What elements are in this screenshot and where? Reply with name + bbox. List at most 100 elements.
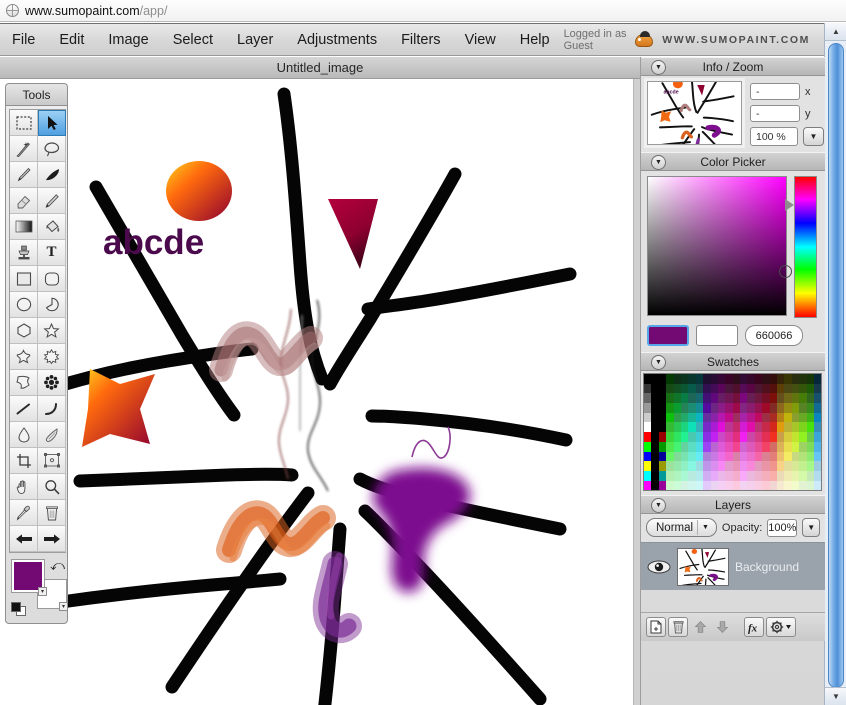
swatch-cell[interactable] bbox=[703, 403, 711, 413]
swatch-cell[interactable] bbox=[762, 383, 770, 394]
collapse-triangle-icon[interactable]: ▼ bbox=[651, 60, 666, 75]
swatch-cell[interactable] bbox=[703, 451, 711, 462]
swatch-cell[interactable] bbox=[762, 374, 770, 384]
sv-cursor-icon[interactable] bbox=[779, 265, 792, 278]
swatch-cell[interactable] bbox=[754, 422, 763, 433]
swatch-cell[interactable] bbox=[703, 412, 711, 423]
swatch-cell[interactable] bbox=[651, 422, 659, 433]
swatch-cell[interactable] bbox=[762, 461, 770, 471]
paint-bucket-tool[interactable] bbox=[38, 214, 66, 240]
swatch-cell[interactable] bbox=[666, 412, 674, 423]
blur-tool[interactable] bbox=[10, 422, 38, 448]
line-tool[interactable] bbox=[10, 396, 38, 422]
swatch-cell[interactable] bbox=[799, 470, 807, 481]
swatch-cell[interactable] bbox=[725, 480, 733, 491]
swatch-cell[interactable] bbox=[717, 383, 726, 394]
hex-color-input[interactable]: 660066 bbox=[745, 325, 803, 346]
swatch-cell[interactable] bbox=[666, 441, 674, 452]
swatch-cell[interactable] bbox=[703, 383, 711, 394]
swatch-cell[interactable] bbox=[806, 461, 814, 471]
swatch-cell[interactable] bbox=[666, 451, 674, 462]
swatch-cell[interactable] bbox=[799, 480, 807, 491]
swatch-cell[interactable] bbox=[673, 451, 681, 462]
swatch-cell[interactable] bbox=[717, 432, 726, 442]
collapse-triangle-icon[interactable]: ▼ bbox=[651, 355, 666, 370]
swatch-cell[interactable] bbox=[806, 432, 814, 442]
swatch-cell[interactable] bbox=[644, 412, 652, 423]
swatches-grid[interactable] bbox=[643, 373, 822, 492]
swatch-cell[interactable] bbox=[688, 461, 696, 471]
swatch-cell[interactable] bbox=[732, 470, 741, 481]
swatch-cell[interactable] bbox=[747, 461, 755, 471]
swatch-cell[interactable] bbox=[644, 451, 652, 462]
swatch-cell[interactable] bbox=[732, 422, 741, 433]
swatch-cell[interactable] bbox=[695, 470, 704, 481]
swatch-cell[interactable] bbox=[762, 470, 770, 481]
swatch-cell[interactable] bbox=[769, 470, 778, 481]
layer-effects-button[interactable]: fx bbox=[744, 617, 764, 638]
swatch-cell[interactable] bbox=[725, 461, 733, 471]
scrollbar-thumb[interactable] bbox=[828, 43, 844, 688]
swatch-cell[interactable] bbox=[784, 480, 792, 491]
swatch-cell[interactable] bbox=[651, 412, 659, 423]
swatch-cell[interactable] bbox=[695, 403, 704, 413]
smudge-tool[interactable] bbox=[38, 422, 66, 448]
swatch-cell[interactable] bbox=[762, 441, 770, 452]
swatches-header[interactable]: ▼ Swatches bbox=[641, 352, 825, 371]
swatch-cell[interactable] bbox=[710, 432, 718, 442]
menu-item-file[interactable]: File bbox=[3, 29, 44, 51]
menu-item-filters[interactable]: Filters bbox=[392, 29, 449, 51]
rectangle-tool[interactable] bbox=[10, 266, 38, 292]
hue-slider[interactable] bbox=[794, 176, 817, 318]
marquee-select-tool[interactable] bbox=[10, 110, 38, 136]
swatch-cell[interactable] bbox=[680, 393, 689, 404]
opacity-dropdown-icon[interactable]: ▼ bbox=[802, 518, 820, 538]
collapse-triangle-icon[interactable]: ▼ bbox=[651, 498, 666, 514]
swatch-cell[interactable] bbox=[762, 422, 770, 433]
swatch-cell[interactable] bbox=[777, 470, 785, 481]
swatch-cell[interactable] bbox=[754, 470, 763, 481]
polygon-tool[interactable] bbox=[10, 318, 38, 344]
swatch-cell[interactable] bbox=[710, 470, 718, 481]
swatch-cell[interactable] bbox=[658, 461, 667, 471]
swatch-cell[interactable] bbox=[703, 480, 711, 491]
swatch-cell[interactable] bbox=[740, 480, 748, 491]
swatch-cell[interactable] bbox=[806, 393, 814, 404]
swatch-cell[interactable] bbox=[717, 461, 726, 471]
swatch-cell[interactable] bbox=[717, 451, 726, 462]
swatch-cell[interactable] bbox=[725, 374, 733, 384]
zoom-level-input[interactable]: 100 % bbox=[750, 127, 798, 146]
swatch-cell[interactable] bbox=[754, 441, 763, 452]
swatch-cell[interactable] bbox=[673, 461, 681, 471]
swatch-cell[interactable] bbox=[710, 480, 718, 491]
swatch-cell[interactable] bbox=[666, 422, 674, 433]
swatch-cell[interactable] bbox=[703, 432, 711, 442]
swatch-cell[interactable] bbox=[747, 451, 755, 462]
menu-item-select[interactable]: Select bbox=[164, 29, 222, 51]
swatch-cell[interactable] bbox=[806, 422, 814, 433]
swatch-cell[interactable] bbox=[651, 461, 659, 471]
swatch-cell[interactable] bbox=[688, 393, 696, 404]
swatch-cell[interactable] bbox=[644, 374, 652, 384]
swatch-cell[interactable] bbox=[754, 412, 763, 423]
swatch-cell[interactable] bbox=[769, 432, 778, 442]
blend-mode-select[interactable]: Normal ▼ bbox=[646, 518, 717, 538]
color-picker-header[interactable]: ▼ Color Picker bbox=[641, 152, 825, 171]
swatch-cell[interactable] bbox=[791, 374, 800, 384]
browser-url-bar[interactable]: www.sumopaint.com/app/ bbox=[0, 0, 846, 22]
swatch-cell[interactable] bbox=[799, 441, 807, 452]
swatch-cell[interactable] bbox=[806, 470, 814, 481]
saturation-value-area[interactable] bbox=[647, 176, 794, 316]
swatch-cell[interactable] bbox=[806, 480, 814, 491]
swatch-cell[interactable] bbox=[754, 403, 763, 413]
swatch-cell[interactable] bbox=[658, 422, 667, 433]
swatch-cell[interactable] bbox=[673, 403, 681, 413]
swatch-cell[interactable] bbox=[710, 451, 718, 462]
x-coordinate-input[interactable]: - bbox=[750, 83, 800, 100]
swatch-cell[interactable] bbox=[666, 383, 674, 394]
swatch-cell[interactable] bbox=[666, 393, 674, 404]
ellipse-tool[interactable] bbox=[10, 292, 38, 318]
swatch-cell[interactable] bbox=[799, 374, 807, 384]
swatch-cell[interactable] bbox=[732, 451, 741, 462]
swatch-cell[interactable] bbox=[799, 383, 807, 394]
